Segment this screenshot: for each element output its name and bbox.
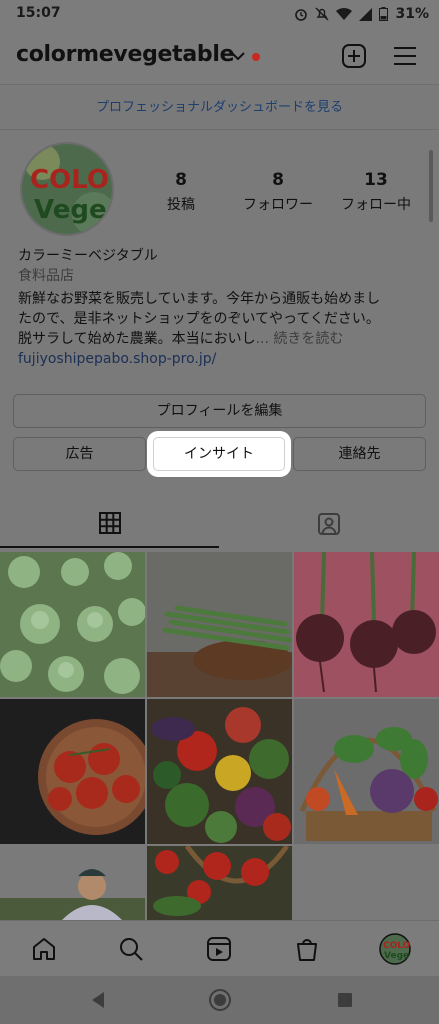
website-link[interactable]: fujiyoshipepabo.shop-pro.jp/ [18,349,428,369]
system-home-button[interactable] [208,988,232,1012]
avatar-text-top: COLO [30,165,109,195]
posts-count: 8 [175,170,187,190]
alarm-icon [295,9,308,21]
menu-icon [394,47,416,65]
bio-line-1: 新鮮なお野菜を販売しています。今年から通販も始めまし [18,291,381,307]
tab-tagged[interactable] [219,500,439,548]
avatar[interactable]: COLO Vege [20,142,114,236]
read-more-link[interactable]: ... 続きを読む [256,331,344,347]
edit-profile-button[interactable]: プロフィールを編集 [13,394,426,428]
grid-post-tomatoes[interactable] [0,699,145,844]
home-icon [33,938,55,960]
profile-header: colormevegetable [0,28,439,84]
status-icons: 31% [294,6,429,22]
contact-button[interactable]: 連絡先 [293,437,426,471]
mute-icon [315,7,329,21]
bottom-navigation: COLO Vege [0,920,439,976]
display-name: カラーミーベジタブル [18,248,158,264]
menu-button[interactable] [391,42,419,70]
add-post-icon [342,44,366,68]
wifi-icon [336,7,353,21]
system-recents-button[interactable] [333,988,357,1012]
system-navigation [0,976,439,1024]
nav-home[interactable] [28,933,60,965]
bio-line-3: 脱サラして始めた農業。本当においし... 続きを読む [18,329,428,349]
battery-percent: 31% [395,6,429,22]
home-circle-icon [209,989,231,1011]
grid-post-vegetable-basket[interactable] [294,699,439,844]
followers-count: 8 [272,170,284,190]
username[interactable]: colormevegetable [16,42,235,67]
grid-post-mixed-vegetables[interactable] [147,699,292,844]
followers-stat[interactable]: 8 フォロワー [223,170,333,214]
insights-button[interactable]: インサイト [153,437,285,471]
status-time: 15:07 [16,5,61,21]
professional-dashboard-link[interactable]: プロフェッショナルダッシュボードを見る [0,84,439,130]
followers-label: フォロワー [243,197,313,213]
nav-avatar-text-top: COLO [383,941,411,951]
battery-icon [379,7,389,21]
posts-label: 投稿 [167,197,195,213]
recents-icon [338,993,352,1007]
nav-avatar-text-bottom: Vege [384,951,409,961]
system-back-button[interactable] [86,988,110,1012]
status-bar: 15:07 31% [0,0,439,28]
bio-line-2: たので、是非ネットショップをのぞいてやってください。 [18,311,380,327]
search-icon [120,938,143,961]
tab-grid[interactable] [0,500,219,548]
back-icon [92,992,104,1008]
ads-button[interactable]: 広告 [13,437,146,471]
nav-profile[interactable]: COLO Vege [379,933,411,965]
grid-post-broccoli[interactable] [0,552,145,697]
bio-line-3-text: 脱サラして始めた農業。本当においし [18,331,256,347]
grid-icon [98,512,121,534]
posts-stat[interactable]: 8 投稿 [126,170,236,214]
nav-reels[interactable] [203,933,235,965]
following-label: フォロー中 [341,197,411,213]
profile-avatar: COLO Vege [379,933,411,965]
nav-search[interactable] [115,933,147,965]
tagged-icon [318,513,340,535]
grid-post-asparagus[interactable] [147,552,292,697]
grid-post-beets[interactable] [294,552,439,697]
notification-dot [252,53,260,61]
avatar-text-bottom: Vege [34,195,107,225]
following-count: 13 [364,170,388,190]
chevron-down-icon[interactable] [231,52,245,61]
grid-post-farmer[interactable] [0,846,145,920]
shop-icon [297,939,317,961]
grid-post-tomato-basket[interactable] [147,846,292,920]
reels-icon [207,937,231,961]
nav-shop[interactable] [291,933,323,965]
add-post-button[interactable] [340,42,368,70]
signal-icon [359,7,373,21]
following-stat[interactable]: 13 フォロー中 [321,170,431,214]
category-label: 食料品店 [18,268,74,284]
scroll-indicator [429,150,433,222]
